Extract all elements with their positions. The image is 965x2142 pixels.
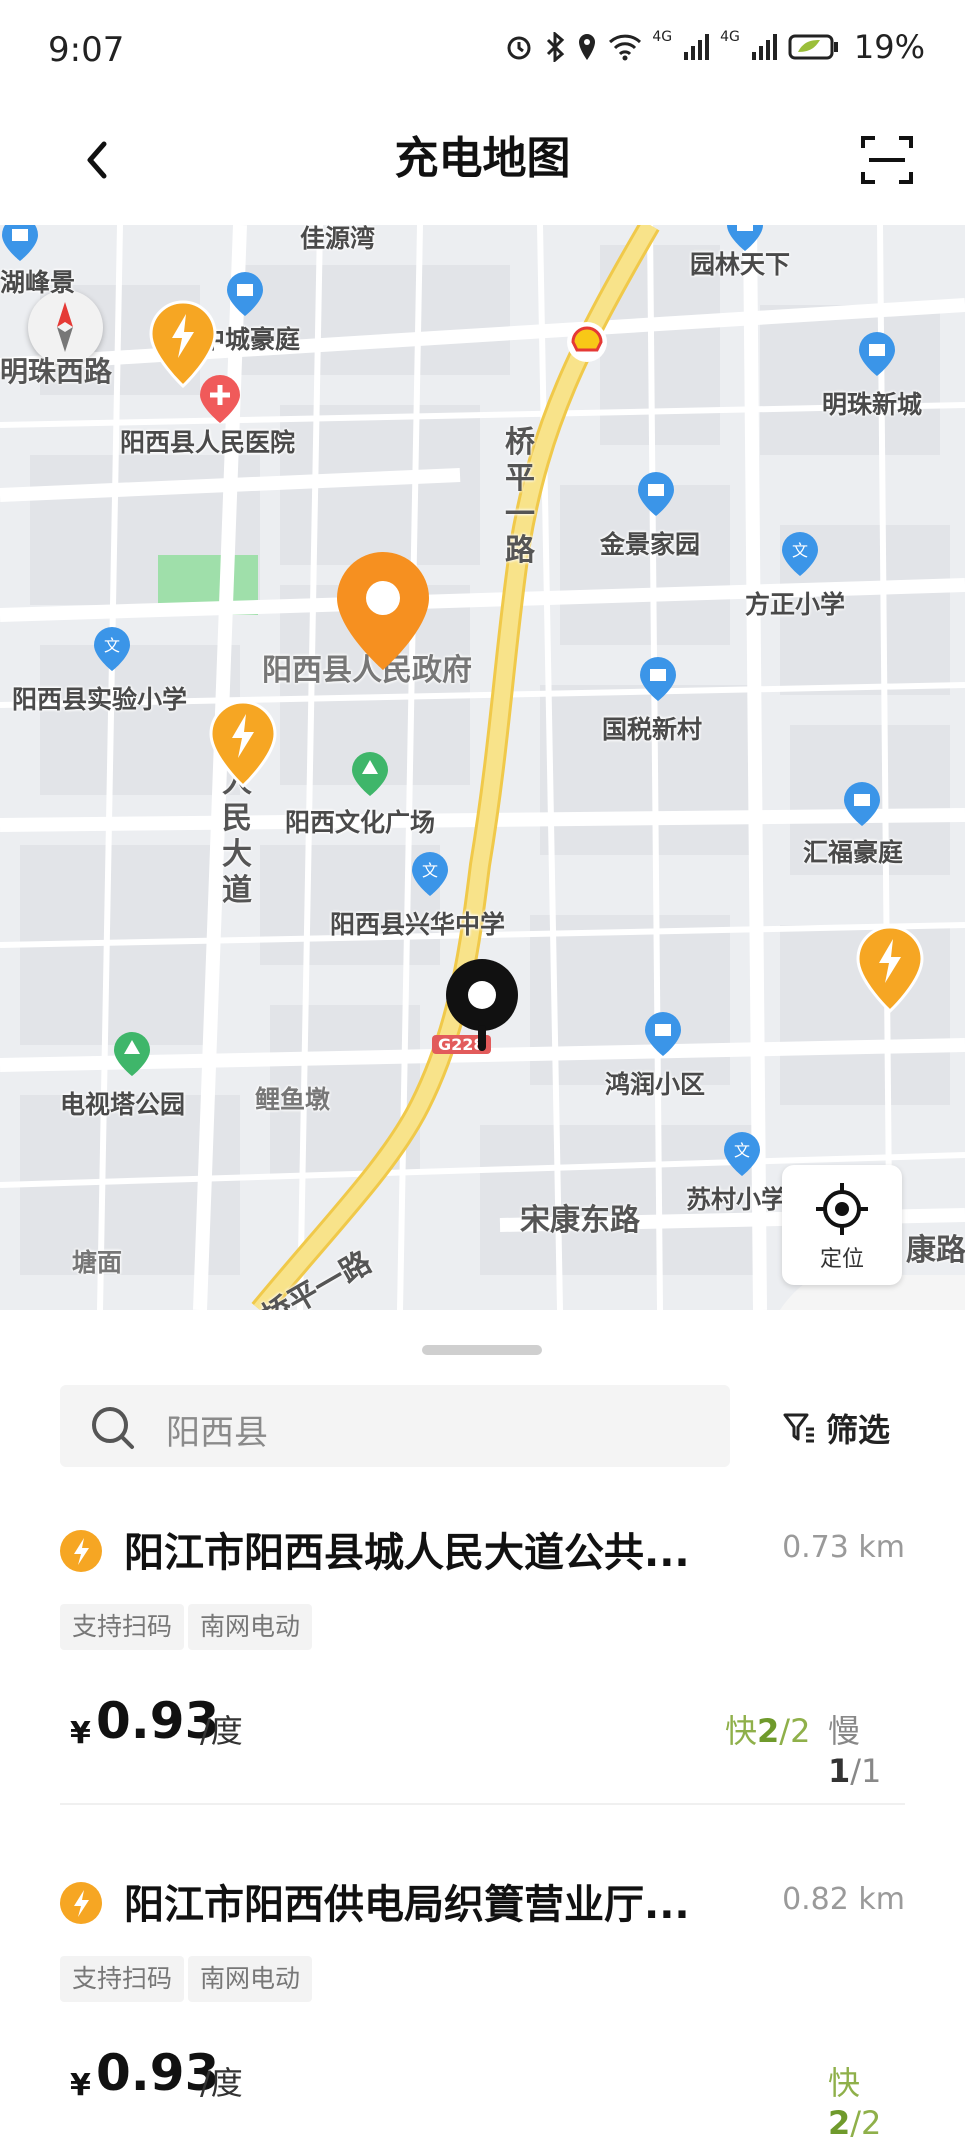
- road-label: 明珠西路: [0, 355, 113, 388]
- poi-label: 鲤鱼墩: [255, 1085, 331, 1114]
- poi-label: 苏村小学: [686, 1185, 787, 1214]
- school-pin-icon: 文: [724, 1132, 760, 1176]
- fast-charger-count: 快2/2: [725, 1712, 811, 1750]
- locate-button[interactable]: 定位: [782, 1165, 902, 1285]
- svg-text:文: 文: [792, 541, 808, 560]
- location-icon: [579, 34, 596, 60]
- poi-label: 电视塔公园: [60, 1090, 186, 1119]
- filter-button[interactable]: 筛选: [782, 1403, 890, 1453]
- alarm-icon: [507, 36, 531, 60]
- poi-label: 鸿润小区: [605, 1070, 706, 1099]
- building-pin-icon: [727, 225, 763, 251]
- crosshair-icon: [816, 1183, 868, 1235]
- building-pin-icon: [640, 657, 676, 701]
- network-label-1: 4G: [652, 29, 673, 45]
- price-unit: /度: [200, 1712, 243, 1750]
- station-item[interactable]: 阳江市阳西供电局织篢营业厅... 0.82 km 支持扫码 南网电动 ¥ 0.9…: [60, 1872, 905, 2142]
- school-pin-icon: 文: [412, 852, 448, 896]
- tag-scan-supported: 支持扫码: [60, 1604, 185, 1650]
- building-pin-icon: [859, 332, 895, 376]
- status-time: 9:07: [48, 30, 125, 70]
- poi-label: 阳西县实验小学: [12, 685, 188, 714]
- station-list-sheet: 阳西县 筛选 阳江市阳西县城人民大道公共... 0.73 km 支持扫码 南网电…: [0, 1310, 965, 2142]
- current-location-pin-icon: [446, 959, 518, 1051]
- status-bar: 9:07 4G 4G 19%: [0, 0, 965, 100]
- map-view[interactable]: 佳源湾 湖峰景 中城豪庭 明珠西路 阳西县人民医院 园林天下 明珠新城 桥平一路…: [0, 225, 965, 1310]
- bluetooth-icon: [547, 32, 565, 62]
- tag-operator: 南网电动: [188, 1604, 313, 1650]
- page-title: 充电地图: [394, 133, 571, 184]
- poi-label: 湖峰景: [0, 268, 76, 297]
- fast-charger-count: 快2/2: [828, 2064, 882, 2142]
- poi-label: 明珠新城: [822, 390, 923, 419]
- scan-icon: [861, 136, 913, 184]
- charging-station-pin-icon[interactable]: [148, 300, 218, 390]
- price-symbol: ¥: [70, 2068, 91, 2103]
- map-streets: [0, 225, 965, 1310]
- road-label: 康路: [906, 1233, 965, 1268]
- station-distance: 0.82 km: [782, 1882, 905, 1917]
- locate-label: 定位: [819, 1247, 864, 1272]
- road-label: 桥平一路: [505, 425, 535, 568]
- tag-operator: 南网电动: [188, 1956, 313, 2002]
- poi-label: 国税新村: [602, 715, 703, 744]
- poi-label: 金景家园: [600, 530, 701, 559]
- building-pin-icon: [638, 472, 674, 516]
- poi-label: 方正小学: [745, 590, 846, 619]
- wifi-icon: [609, 34, 642, 61]
- poi-label: 塘面: [72, 1248, 123, 1277]
- tag-scan-supported: 支持扫码: [60, 1956, 185, 2002]
- slow-charger-count: 慢1/1: [828, 1712, 882, 1790]
- building-pin-icon: [645, 1012, 681, 1056]
- search-input[interactable]: 阳西县: [60, 1385, 730, 1467]
- park-pin-icon: [114, 1032, 150, 1076]
- filter-label: 筛选: [826, 1411, 891, 1449]
- svg-text:文: 文: [104, 636, 120, 655]
- search-placeholder: 阳西县: [166, 1413, 268, 1453]
- road-label: 宋康东路: [520, 1203, 640, 1238]
- poi-label: 佳源湾: [300, 225, 376, 253]
- battery-icon: [788, 34, 838, 60]
- park-pin-icon: [352, 752, 388, 796]
- station-name: 阳江市阳西供电局织篢营业厅...: [124, 1882, 690, 1928]
- poi-label: 阳西县人民医院: [120, 428, 296, 457]
- station-distance: 0.73 km: [782, 1530, 905, 1565]
- scan-button[interactable]: [857, 130, 917, 190]
- drag-handle[interactable]: [422, 1345, 542, 1355]
- network-label-2: 4G: [720, 29, 740, 45]
- battery-percentage: 19%: [853, 28, 925, 66]
- building-pin-icon: [844, 782, 880, 826]
- poi-label: 阳西文化广场: [285, 808, 436, 837]
- lightning-icon: [60, 1530, 102, 1572]
- station-item[interactable]: 阳江市阳西县城人民大道公共... 0.73 km 支持扫码 南网电动 ¥ 0.9…: [60, 1520, 905, 1790]
- svg-text:文: 文: [422, 861, 438, 880]
- gas-station-pin-icon: [567, 322, 607, 362]
- lightning-icon: [60, 1882, 102, 1924]
- charging-station-pin-icon[interactable]: [855, 925, 925, 1015]
- school-pin-icon: 文: [782, 532, 818, 576]
- school-pin-icon: 文: [94, 627, 130, 671]
- price-symbol: ¥: [70, 1716, 91, 1751]
- svg-text:文: 文: [734, 1141, 750, 1160]
- search-icon: [92, 1407, 134, 1449]
- selected-location-pin-icon[interactable]: [333, 550, 433, 675]
- charging-station-pin-icon[interactable]: [208, 700, 278, 790]
- poi-label: 阳西县兴华中学: [330, 910, 506, 939]
- price-unit: /度: [200, 2064, 243, 2102]
- building-pin-icon: [2, 225, 38, 261]
- signal-icon-2: [751, 34, 777, 60]
- station-name: 阳江市阳西县城人民大道公共...: [124, 1530, 690, 1576]
- poi-label: 汇福豪庭: [803, 838, 904, 867]
- building-pin-icon: [227, 272, 263, 316]
- header: 充电地图: [0, 100, 965, 225]
- divider: [60, 1803, 905, 1805]
- signal-icon-1: [684, 34, 710, 60]
- status-icons: 4G 4G 19%: [504, 28, 925, 66]
- filter-icon: [783, 1413, 814, 1443]
